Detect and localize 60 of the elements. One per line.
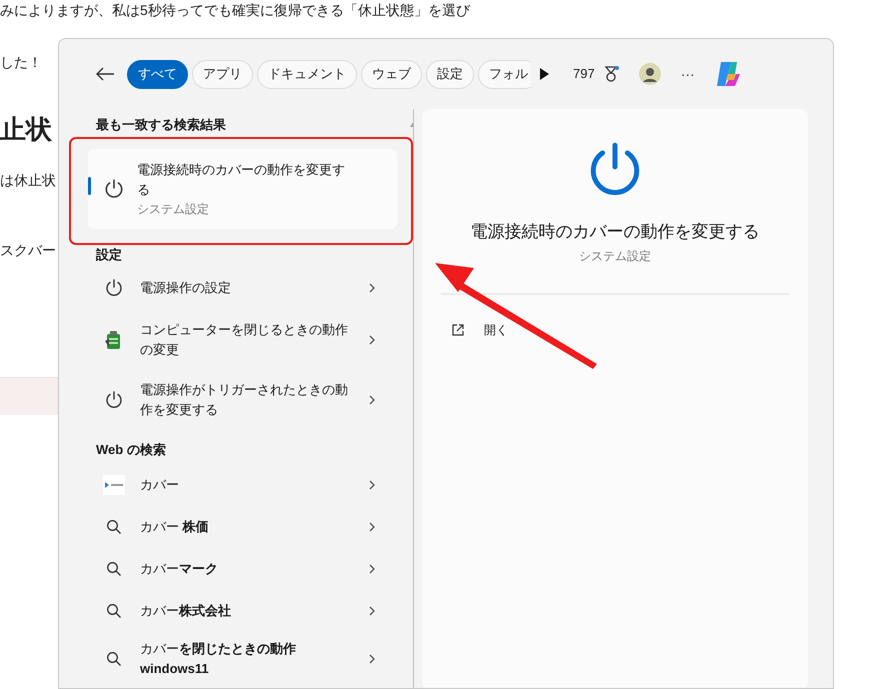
power-icon xyxy=(104,390,124,410)
result-title: 電源操作がトリガーされたときの動作を変更する xyxy=(140,381,349,419)
back-arrow-icon[interactable] xyxy=(95,66,115,82)
paragraph-text: した！ xyxy=(0,53,42,72)
result-row[interactable]: カバー 株価 xyxy=(88,506,397,548)
search-icon xyxy=(106,602,122,618)
result-card[interactable]: 電源接続時のカバーの動作を変更する システム設定 xyxy=(88,148,397,228)
result-title: 電源操作の設定 xyxy=(140,279,232,297)
chevron-icon xyxy=(368,652,376,664)
search-suggestion: カバーを閉じたときの動作 windows11 xyxy=(140,640,297,678)
filter-tab[interactable]: 設定 xyxy=(426,60,474,88)
section-heading: Web の検索 xyxy=(95,441,167,459)
open-external-icon xyxy=(452,324,464,336)
power-icon xyxy=(104,278,124,298)
selection-indicator xyxy=(88,176,91,194)
result-row[interactable]: 電源操作の設定 xyxy=(88,266,397,310)
chevron-icon xyxy=(368,282,376,294)
result-row[interactable]: 電源操作がトリガーされたときの動作を変更する xyxy=(88,370,397,430)
points-count: 797 xyxy=(573,65,595,84)
search-suggestion: カバー株式会社 xyxy=(140,602,232,620)
paragraph-text: は休止状 xyxy=(0,171,56,190)
filter-tab[interactable]: フォル xyxy=(478,60,531,88)
result-title: コンピューターを閉じるときの動作の変更 xyxy=(140,321,349,359)
filter-tab[interactable]: ドキュメント xyxy=(257,60,357,88)
result-subtitle: システム設定 xyxy=(137,200,210,218)
chevron-icon xyxy=(368,394,376,406)
chevron-icon xyxy=(368,604,376,616)
filter-tab[interactable]: ウェブ xyxy=(361,60,422,88)
site-logo-icon xyxy=(103,474,125,494)
preview-subtitle: システム設定 xyxy=(579,248,651,264)
result-row[interactable]: カバー xyxy=(88,464,397,506)
search-icon xyxy=(106,650,122,666)
search-icon xyxy=(106,518,122,534)
filter-tab[interactable]: すべて xyxy=(127,60,188,88)
avatar-icon[interactable] xyxy=(638,63,661,85)
section-heading: 設定 xyxy=(94,246,123,264)
chevron-icon xyxy=(368,478,376,490)
result-row[interactable]: コンピューターを閉じるときの動作の変更 xyxy=(88,310,397,370)
open-button[interactable]: 開く xyxy=(452,320,508,338)
search-suggestion: カバー xyxy=(140,476,180,494)
result-title: 電源接続時のカバーの動作を変更する xyxy=(137,160,346,198)
search-icon xyxy=(106,560,122,576)
result-row[interactable]: カバーマーク xyxy=(88,548,397,590)
result-row[interactable]: カバー株式会社 xyxy=(88,590,397,632)
play-icon[interactable] xyxy=(539,68,549,80)
heading: 止状 xyxy=(0,113,52,146)
preview-title: 電源接続時のカバーの動作を変更する xyxy=(470,221,760,243)
medal-icon[interactable] xyxy=(602,65,619,83)
search-suggestion: カバー 株価 xyxy=(140,518,210,536)
power-icon xyxy=(103,178,125,200)
filter-tab[interactable]: アプリ xyxy=(192,60,253,88)
search-suggestion: カバーマーク xyxy=(140,560,219,578)
more-button[interactable]: ··· xyxy=(680,64,695,84)
paragraph-text: スクバー xyxy=(0,241,56,260)
paragraph-text: みによりますが、私は5秒待ってでも確実に復帰できる「休止状態」を選び xyxy=(0,1,470,20)
chevron-icon xyxy=(368,562,376,574)
chevron-icon xyxy=(368,334,376,346)
chevron-icon xyxy=(368,520,376,532)
section-heading: 最も一致する検索結果 xyxy=(95,116,227,134)
result-row[interactable]: カバーを閉じたときの動作 windows11 xyxy=(88,632,397,686)
